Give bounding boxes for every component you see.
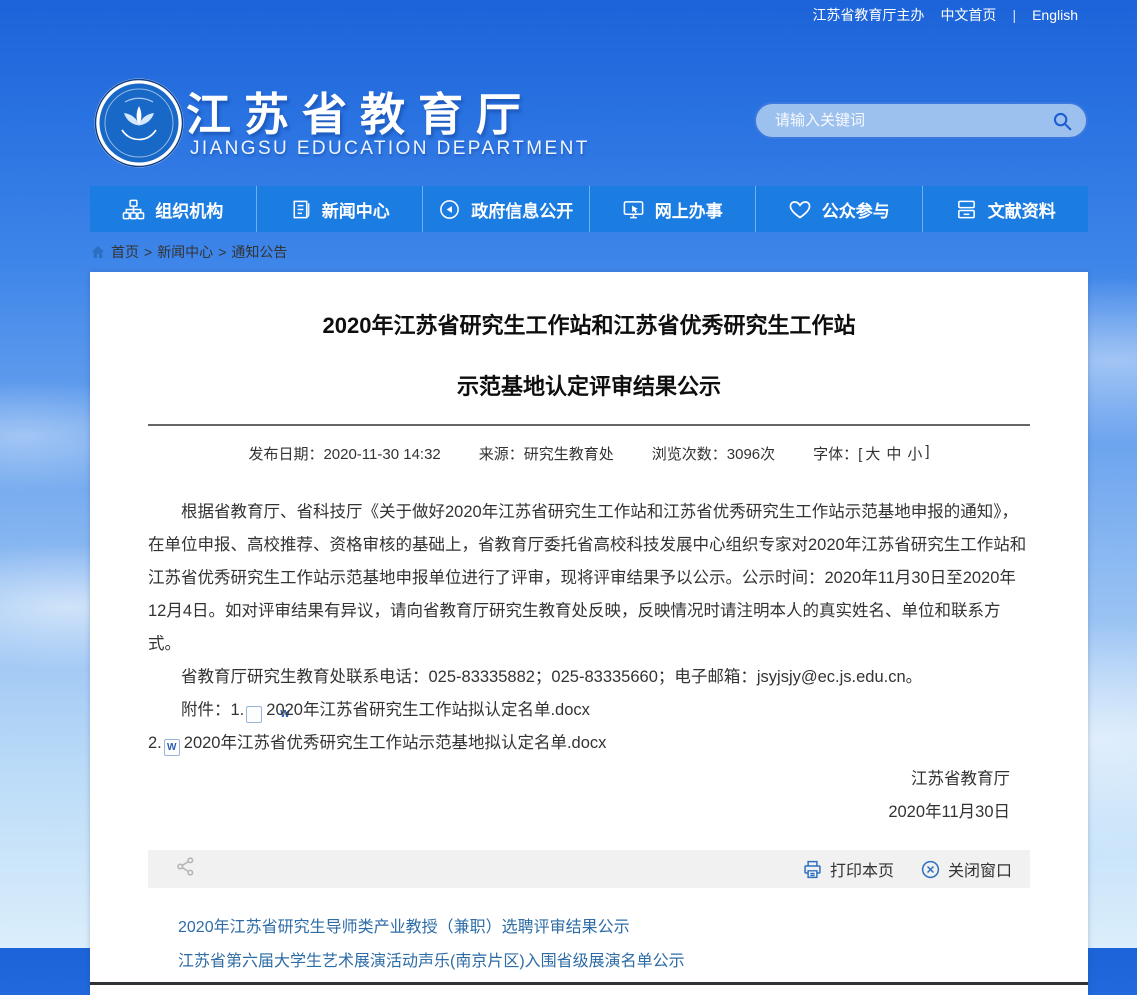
site-logo[interactable] — [94, 78, 184, 168]
word-doc-icon: W — [164, 739, 180, 756]
article-title-line2: 示范基地认定评审结果公示 — [148, 375, 1030, 399]
word-doc-icon: W — [246, 706, 262, 723]
magnifier-icon — [1051, 110, 1073, 132]
nav-label: 组织机构 — [155, 197, 223, 222]
search-button[interactable] — [1050, 109, 1074, 133]
printer-icon — [802, 859, 823, 880]
article-source: 来源：研究生教育处 — [479, 443, 614, 464]
topbar-host-link[interactable]: 江苏省教育厅主办 — [812, 5, 924, 25]
font-size-bracket: ] — [925, 443, 929, 464]
attachment-link[interactable]: 2020年江苏省研究生工作站拟认定名单.docx — [266, 701, 590, 719]
news-document-icon — [289, 198, 312, 221]
nav-label: 新闻中心 — [322, 197, 390, 222]
breadcrumb-home[interactable]: 首页 — [111, 242, 139, 262]
attachment-link[interactable]: 2020年江苏省优秀研究生工作站示范基地拟认定名单.docx — [184, 734, 607, 752]
related-link[interactable]: 江苏省第六届大学生艺术展演活动声乐(南京片区)入围省级展演名单公示 — [178, 945, 1030, 979]
font-size-medium-button[interactable]: 中 — [886, 443, 901, 464]
signature-date: 2020年11月30日 — [148, 796, 1010, 829]
signature-org: 江苏省教育厅 — [148, 763, 1010, 796]
title-divider — [148, 424, 1030, 426]
nav-item-organization[interactable]: 组织机构 — [90, 186, 256, 232]
nav-label: 网上办事 — [655, 197, 723, 222]
site-title: 江苏省教育厅 — [186, 78, 534, 143]
breadcrumb-notices[interactable]: 通知公告 — [231, 242, 287, 262]
print-page-label: 打印本页 — [830, 857, 894, 881]
attachment-row-2: 2.W2020年江苏省优秀研究生工作站示范基地拟认定名单.docx — [148, 727, 1030, 760]
publish-date: 发布日期：2020-11-30 14:32 — [248, 443, 440, 464]
topbar-chinese-home-link[interactable]: 中文首页 — [940, 5, 996, 25]
breadcrumb-separator: > — [144, 244, 152, 260]
breadcrumb-news-center[interactable]: 新闻中心 — [157, 242, 213, 262]
site-header: 江苏省教育厅 JIANGSU EDUCATION DEPARTMENT — [0, 30, 1137, 186]
breadcrumb-separator: > — [218, 244, 226, 260]
main-nav: 组织机构 新闻中心 政府信息公开 网上办事 公众参与 文献资料 — [90, 186, 1088, 232]
nav-label: 公众参与 — [822, 197, 890, 222]
article-meta: 发布日期：2020-11-30 14:32 来源：研究生教育处 浏览次数：309… — [148, 443, 1030, 464]
related-links: 2020年江苏省研究生导师类产业教授（兼职）选聘评审结果公示 江苏省第六届大学生… — [148, 911, 1030, 979]
topbar-divider: | — [1012, 7, 1016, 23]
nav-item-public-participation[interactable]: 公众参与 — [755, 186, 922, 232]
online-service-icon — [622, 198, 645, 221]
font-size-large-button[interactable]: 大 — [865, 443, 880, 464]
article-body: 根据省教育厅、省科技厅《关于做好2020年江苏省研究生工作站和江苏省优秀研究生工… — [148, 496, 1030, 760]
home-icon — [90, 244, 106, 260]
jiangsu-education-emblem-icon — [94, 78, 184, 168]
article-contact-paragraph: 省教育厅研究生教育处联系电话：025-83335882；025-83335660… — [148, 661, 1030, 694]
documents-archive-icon — [955, 198, 978, 221]
topbar: 江苏省教育厅主办 中文首页 | English — [0, 0, 1137, 30]
article-panel: 2020年江苏省研究生工作站和江苏省优秀研究生工作站 示范基地认定评审结果公示 … — [90, 272, 1088, 995]
info-disclosure-icon — [438, 198, 461, 221]
nav-item-gov-info-disclosure[interactable]: 政府信息公开 — [422, 186, 589, 232]
related-link[interactable]: 2020年江苏省研究生导师类产业教授（兼职）选聘评审结果公示 — [178, 911, 1030, 945]
print-page-button[interactable]: 打印本页 — [802, 857, 894, 881]
font-size-label: 字体：[ — [813, 443, 862, 464]
breadcrumb: 首页 > 新闻中心 > 通知公告 — [90, 241, 1137, 263]
topbar-english-link[interactable]: English — [1032, 7, 1078, 23]
attachment-row-1: 附件：1.W2020年江苏省研究生工作站拟认定名单.docx — [148, 694, 1030, 727]
site-title-english: JIANGSU EDUCATION DEPARTMENT — [190, 138, 590, 160]
nav-label: 文献资料 — [988, 197, 1056, 222]
attachment-number: 1. — [231, 701, 245, 719]
heart-icon — [788, 197, 812, 221]
share-button[interactable] — [175, 856, 196, 882]
nav-label: 政府信息公开 — [471, 197, 573, 222]
close-window-button[interactable]: 关闭窗口 — [920, 857, 1012, 881]
article-signature: 江苏省教育厅 2020年11月30日 — [148, 763, 1030, 829]
article-title-line1: 2020年江苏省研究生工作站和江苏省优秀研究生工作站 — [148, 314, 1030, 338]
view-count: 浏览次数：3096次 — [652, 443, 775, 464]
nav-item-online-services[interactable]: 网上办事 — [589, 186, 756, 232]
font-size-small-button[interactable]: 小 — [907, 443, 922, 464]
search-box — [754, 102, 1088, 139]
nav-item-news-center[interactable]: 新闻中心 — [256, 186, 423, 232]
attachments-label: 附件： — [181, 701, 231, 719]
font-size-control: 字体：[ 大 中 小 ] — [813, 443, 929, 464]
bottom-divider — [90, 982, 1088, 985]
share-nodes-icon — [175, 856, 196, 877]
search-input[interactable] — [773, 111, 1050, 130]
org-chart-icon — [122, 198, 145, 221]
attachment-number: 2. — [148, 734, 162, 752]
close-window-label: 关闭窗口 — [948, 857, 1012, 881]
article-paragraph: 根据省教育厅、省科技厅《关于做好2020年江苏省研究生工作站和江苏省优秀研究生工… — [148, 496, 1030, 661]
close-circle-icon — [920, 859, 941, 880]
article-toolbar: 打印本页 关闭窗口 — [148, 850, 1030, 888]
nav-item-literature-resources[interactable]: 文献资料 — [922, 186, 1089, 232]
